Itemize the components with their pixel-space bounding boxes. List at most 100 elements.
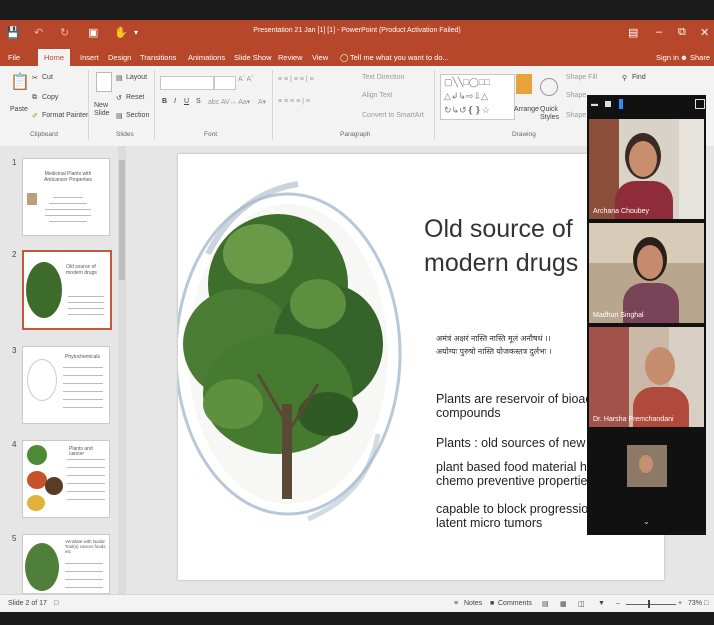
font-name-box[interactable] (160, 76, 214, 90)
slide-sorter-icon[interactable]: ▦ (560, 600, 567, 608)
minimize-icon[interactable]: – (656, 26, 662, 38)
tab-file[interactable]: File (8, 53, 20, 62)
thumbnail-number: 2 (12, 250, 17, 259)
bullet-1[interactable]: Plants are reservoir of bioac compounds (436, 392, 592, 420)
reading-view-icon[interactable]: ◫ (578, 600, 585, 608)
new-slide-icon[interactable] (96, 72, 112, 92)
align-text-button[interactable]: Align Text (362, 92, 392, 99)
tab-insert[interactable]: Insert (80, 53, 99, 62)
thumbnail-title: Phytochemicals (65, 354, 101, 360)
arrange-button[interactable]: Arrange (514, 106, 539, 113)
format-painter-button[interactable]: Format Painter (42, 112, 88, 119)
paste-button[interactable]: Paste (10, 106, 28, 113)
sign-in-link[interactable]: Sign in (656, 53, 679, 62)
slide-thumbnail-5[interactable]: Ventilate with Nodal Tool(s) cancer food… (22, 534, 110, 594)
reset-button[interactable]: Reset (126, 94, 144, 101)
slide-thumbnail-2[interactable]: Old source of modern drugs (22, 250, 112, 330)
slide-thumbnail-1[interactable]: Medicinal Plants with Anticancer Propert… (22, 158, 110, 236)
bullet-2[interactable]: Plants : old sources of new d (436, 436, 596, 450)
zoom-slider[interactable] (626, 604, 676, 605)
close-icon[interactable]: ✕ (700, 26, 709, 39)
normal-view-icon[interactable]: ▤ (542, 600, 549, 608)
layout-button[interactable]: Layout (126, 74, 147, 81)
participant-tile-4[interactable]: ⌄ (589, 431, 704, 531)
new-slide-button[interactable]: New Slide (94, 102, 114, 118)
chevron-down-icon[interactable]: ⌄ (643, 517, 650, 526)
shape-effects-button[interactable]: Shape (566, 112, 586, 119)
font-color-icon[interactable]: A▾ (258, 98, 266, 106)
quick-styles-icon[interactable] (540, 78, 558, 96)
quick-styles-button[interactable]: Quick Styles (540, 106, 562, 122)
panel-minimize-icon[interactable]: ▬ (591, 101, 598, 108)
bullets-icon[interactable]: ≡ ≡ | ≡ ≡ | ≡ (278, 76, 314, 83)
slide-title[interactable]: Old source of modern drugs (424, 212, 594, 280)
zoom-level[interactable]: 73% (688, 600, 702, 607)
notes-icon: ≡ (454, 600, 459, 607)
ribbon-display-icon[interactable]: ▤ (628, 26, 638, 39)
spellcheck-icon[interactable]: □ (54, 600, 58, 607)
find-button[interactable]: Find (632, 74, 646, 81)
zoom-slider-thumb[interactable] (648, 600, 650, 608)
convert-smartart-button[interactable]: Convert to SmartArt (362, 112, 424, 119)
panel-size-icon[interactable] (605, 101, 611, 107)
tab-review[interactable]: Review (278, 53, 303, 62)
tab-design[interactable]: Design (108, 53, 131, 62)
restore-icon[interactable]: ⧉ (678, 26, 686, 39)
scrollbar-thumb[interactable] (119, 160, 125, 280)
thumbnail-title: Ventilate with Nodal Tool(s) cancer food… (65, 539, 106, 554)
tab-view[interactable]: View (312, 53, 328, 62)
copy-button[interactable]: Copy (42, 94, 58, 101)
bullet-3[interactable]: plant based food material ha chemo preve… (436, 460, 594, 488)
sanskrit-line-1: अमंत्रं अक्षरं नास्ति नास्ति मूलं अनौषधं… (436, 334, 551, 343)
shadow-button[interactable]: S (196, 98, 201, 105)
text-direction-button[interactable]: Text Direction (362, 74, 404, 81)
font-group-label: Font (204, 131, 218, 138)
tab-slide-show[interactable]: Slide Show (234, 53, 272, 62)
divider (434, 70, 435, 140)
section-icon: ▤ (116, 113, 123, 120)
panel-expand-icon[interactable] (695, 99, 705, 109)
section-button[interactable]: Section (126, 112, 149, 119)
comments-button[interactable]: Comments (498, 600, 532, 607)
participant-tile-2[interactable]: Madhuri Singhal (589, 223, 704, 323)
slide-thumbnail-4[interactable]: Plants and cancer (22, 440, 110, 518)
sanskrit-verse[interactable]: अमंत्रं अक्षरं नास्ति नास्ति मूलं अनौषधं… (436, 332, 552, 358)
tell-me-search[interactable]: Tell me what you want to do... (350, 53, 449, 62)
tab-transitions[interactable]: Transitions (140, 53, 176, 62)
participant-tile-1[interactable]: Archana Choubey (589, 119, 704, 219)
underline-button[interactable]: U (184, 98, 189, 105)
shapes-gallery[interactable]: ▢╲╲□◯□□ △↲↳⇨⇩△ ↻↳↺❴❵☆ (440, 74, 515, 120)
bullet-4[interactable]: capable to block progression latent micr… (436, 502, 595, 530)
arrange-icon[interactable] (516, 74, 532, 94)
bold-button[interactable]: B (162, 98, 167, 105)
zoom-out-icon[interactable]: – (616, 600, 620, 607)
bullet-line: plant based food material ha (436, 460, 594, 474)
window-title: Presentation 21 Jan [1] [1] - PowerPoint… (253, 27, 461, 34)
screen-bottom-band (0, 612, 714, 625)
spice-image (27, 495, 45, 511)
slideshow-icon[interactable]: ▼ (598, 600, 605, 607)
copy-icon: ⧉ (32, 94, 37, 101)
fit-to-window-icon[interactable]: □ (704, 600, 708, 607)
diagram-image (27, 359, 57, 401)
paste-icon[interactable]: 📋 (10, 72, 30, 92)
status-bar: Slide 2 of 17 □ ≡ Notes ■ Comments ▤ ▦ ◫… (0, 594, 714, 613)
tab-animations[interactable]: Animations (188, 53, 225, 62)
shape-outline-button[interactable]: Shape (566, 92, 586, 99)
participant-face (629, 141, 657, 177)
grow-font-icon[interactable]: Aˆ Aˇ (238, 76, 254, 83)
share-button[interactable]: Share (690, 53, 710, 62)
zoom-in-icon[interactable]: + (678, 600, 682, 607)
thumbnail-number: 1 (12, 158, 17, 167)
align-icons[interactable]: ≡ ≡ ≡ ≡ | ≡ (278, 98, 310, 105)
cut-button[interactable]: Cut (42, 74, 53, 81)
panel-view-icon[interactable] (619, 99, 623, 109)
character-spacing-icon[interactable]: abc AV↔ Aa▾ (208, 98, 250, 106)
slide-thumbnail-3[interactable]: Phytochemicals (22, 346, 110, 424)
participant-tile-3[interactable]: Dr. Harsha Premchandani (589, 327, 704, 427)
shape-fill-button[interactable]: Shape Fill (566, 74, 597, 81)
clipboard-group-label: Clipboard (30, 131, 58, 138)
font-size-box[interactable] (214, 76, 236, 90)
notes-button[interactable]: Notes (464, 600, 482, 607)
italic-button[interactable]: I (174, 98, 176, 105)
